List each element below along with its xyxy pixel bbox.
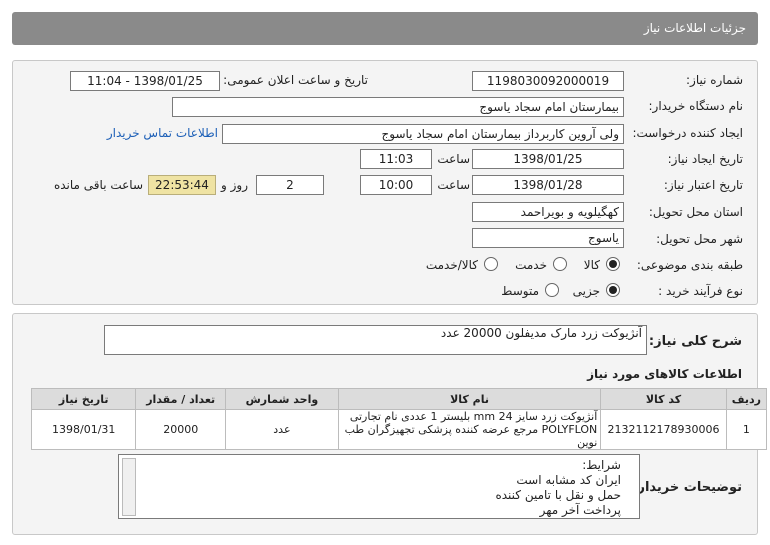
need-number-field[interactable]: 1198030092000019 bbox=[472, 71, 624, 91]
days-label: روز و bbox=[221, 178, 248, 192]
need-number-label: شماره نیاز: bbox=[686, 73, 743, 87]
category-goods-service-radio[interactable] bbox=[484, 257, 498, 271]
announce-field[interactable]: 1398/01/25 - 11:04 bbox=[70, 71, 220, 91]
row-unit: عدد bbox=[225, 409, 339, 450]
items-table: ردیف کد کالا نام کالا واحد شمارش تعداد /… bbox=[30, 388, 768, 450]
city-label: شهر محل تحویل: bbox=[656, 232, 743, 246]
summary-field[interactable]: آنژیوکت زرد مارک مدیفلون 20000 عدد bbox=[104, 325, 647, 355]
row-date: 1398/01/31 bbox=[30, 409, 137, 450]
col-unit: واحد شمارش bbox=[225, 388, 339, 410]
created-time-field[interactable]: 11:03 bbox=[360, 149, 432, 169]
col-qty: تعداد / مقدار bbox=[135, 388, 227, 410]
requester-label: ایجاد کننده درخواست: bbox=[632, 126, 743, 140]
category-service-radio[interactable] bbox=[553, 257, 567, 271]
process-minor-radio[interactable] bbox=[606, 283, 620, 297]
notes-line: حمل و نقل با تامین کننده bbox=[495, 488, 621, 502]
process-medium-radio[interactable] bbox=[545, 283, 559, 297]
category-goods-radio[interactable] bbox=[606, 257, 620, 271]
page-title: جزئیات اطلاعات نیاز bbox=[643, 21, 746, 35]
row-code: 2132112178930006 bbox=[600, 409, 727, 450]
process-medium-label: متوسط bbox=[501, 284, 539, 298]
process-label: نوع فرآیند خرید : bbox=[658, 284, 743, 298]
process-minor-label: جزیی bbox=[572, 284, 600, 298]
notes-line: شرایط: bbox=[582, 458, 621, 472]
category-label: طبقه بندی موضوعی: bbox=[636, 258, 743, 272]
row-name-line2: POLYFLON مرجع عرضه کننده پزشکی تجهیزگران… bbox=[344, 423, 598, 449]
validity-date-label: تاریخ اعتبار نیاز: bbox=[663, 178, 743, 192]
items-section-title: اطلاعات کالاهای مورد نیاز bbox=[587, 367, 742, 381]
days-field[interactable]: 2 bbox=[256, 175, 324, 195]
items-table-header: ردیف کد کالا نام کالا واحد شمارش تعداد /… bbox=[30, 388, 768, 410]
row-name: آنژیوکت زرد سایز mm 24 بلیستر 1 عددی نام… bbox=[337, 409, 602, 450]
col-date: تاریخ نیاز bbox=[30, 388, 137, 410]
page-header: جزئیات اطلاعات نیاز bbox=[12, 12, 758, 45]
col-name: نام کالا bbox=[337, 388, 602, 410]
created-date-label: تاریخ ایجاد نیاز: bbox=[667, 152, 743, 166]
summary-label: شرح کلی نیاز: bbox=[648, 334, 742, 349]
buyer-org-field[interactable]: بیمارستان امام سجاد یاسوج bbox=[172, 97, 624, 117]
row-name-line1: آنژیوکت زرد سایز mm 24 بلیستر 1 عددی نام… bbox=[349, 410, 598, 423]
created-date-field[interactable]: 1398/01/25 bbox=[472, 149, 624, 169]
remaining-time-field: 22:53:44 bbox=[148, 175, 216, 195]
city-field[interactable]: یاسوج bbox=[472, 228, 624, 248]
notes-line: پرداخت آخر مهر bbox=[539, 503, 621, 517]
validity-time-label: ساعت bbox=[437, 178, 470, 192]
province-label: استان محل تحویل: bbox=[648, 205, 743, 219]
table-row[interactable]: 1 2132112178930006 آنژیوکت زرد سایز mm 2… bbox=[30, 409, 768, 450]
buyer-notes-box[interactable]: شرایط: ایران کد مشابه است حمل و نقل با ت… bbox=[118, 454, 640, 519]
col-code: کد کالا bbox=[600, 388, 727, 410]
buyer-notes-label: توضیحات خریدار: bbox=[632, 480, 742, 495]
created-time-label: ساعت bbox=[437, 152, 470, 166]
remaining-time-label: ساعت باقی مانده bbox=[53, 178, 143, 192]
notes-scrollbar[interactable] bbox=[122, 458, 136, 516]
requester-field[interactable]: ولی آروین کاربرداز بیمارستان امام سجاد ی… bbox=[222, 124, 624, 144]
col-index: ردیف bbox=[725, 388, 768, 410]
validity-date-field[interactable]: 1398/01/28 bbox=[472, 175, 624, 195]
validity-time-field[interactable]: 10:00 bbox=[360, 175, 432, 195]
notes-line: ایران کد مشابه است bbox=[516, 473, 621, 487]
category-goods-label: کالا bbox=[583, 258, 600, 272]
province-field[interactable]: کهگیلویه و بویراحمد bbox=[472, 202, 624, 222]
buyer-org-label: نام دستگاه خریدار: bbox=[648, 99, 744, 113]
category-goods-service-label: کالا/خدمت bbox=[425, 258, 478, 272]
contact-info-link[interactable]: اطلاعات تماس خریدار bbox=[107, 126, 218, 140]
category-service-label: خدمت bbox=[515, 258, 547, 272]
row-qty: 20000 bbox=[135, 409, 227, 450]
row-index: 1 bbox=[725, 409, 768, 450]
announce-label: تاریخ و ساعت اعلان عمومی: bbox=[223, 73, 368, 87]
